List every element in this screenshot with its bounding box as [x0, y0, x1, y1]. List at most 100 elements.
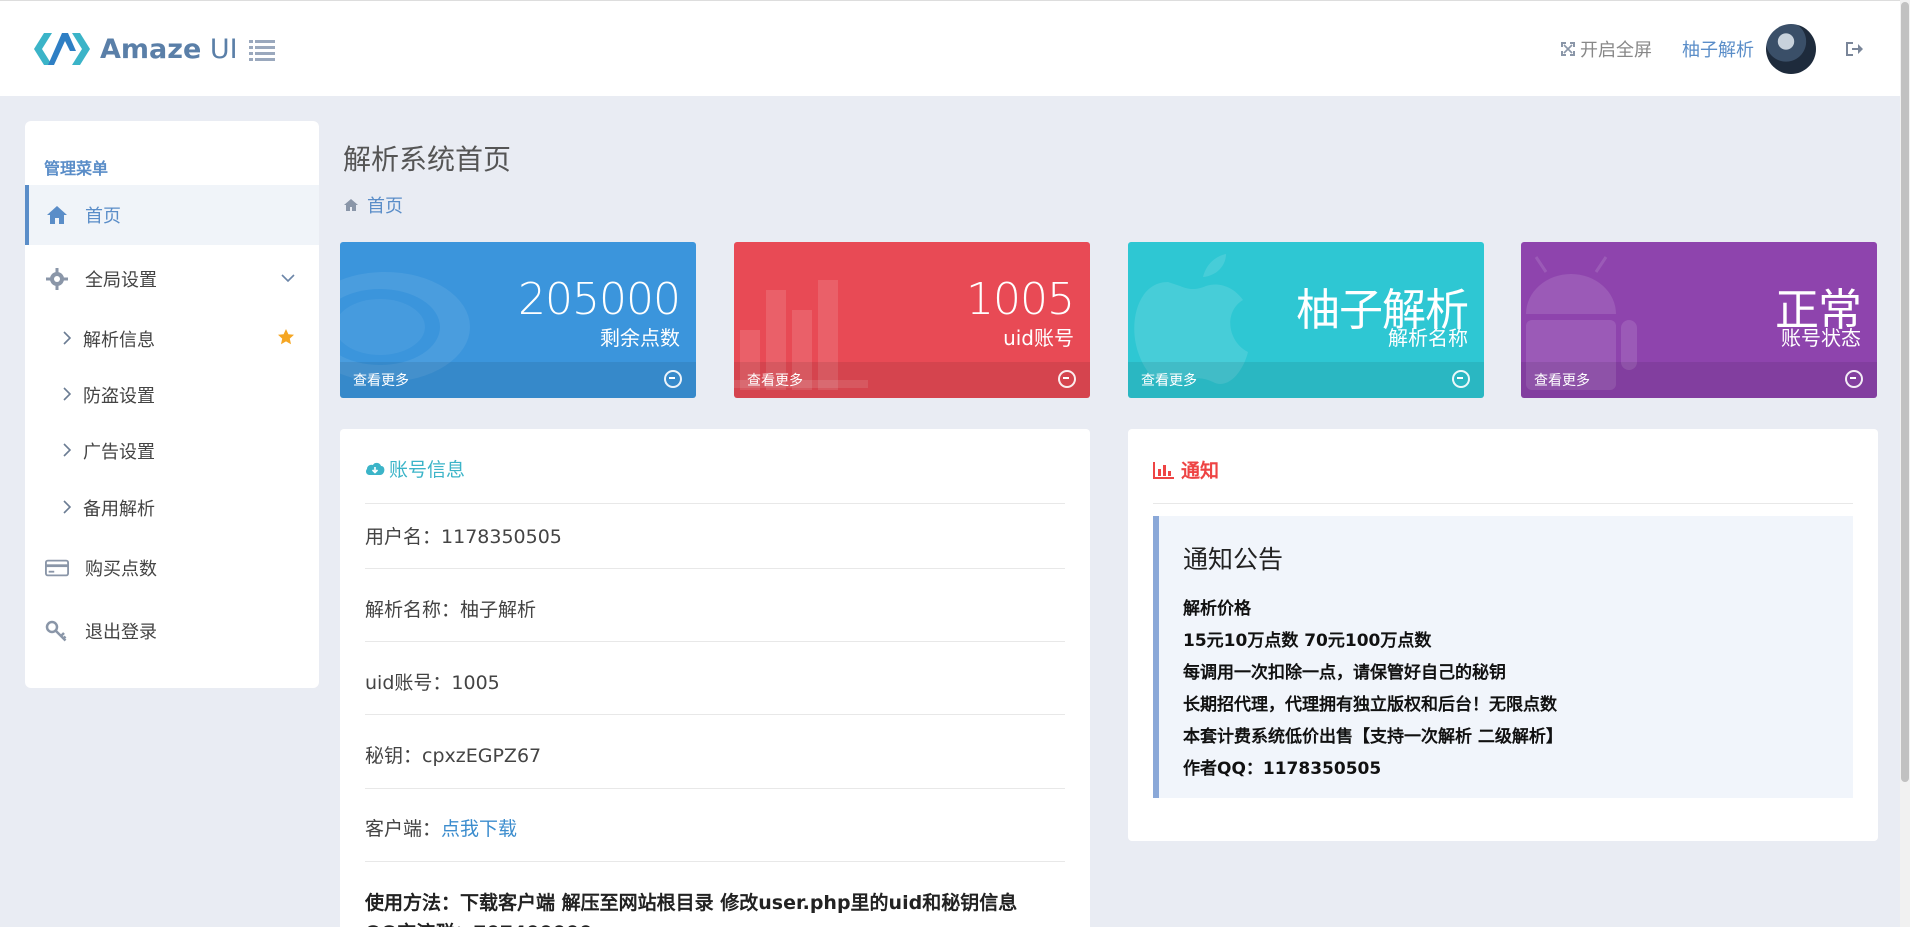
- notice-announcement: 通知公告 解析价格 15元10万点数 70元100万点数 每调用一次扣除一点，请…: [1153, 516, 1853, 798]
- logout-icon[interactable]: [1844, 40, 1864, 58]
- field-label: 秘钥：: [365, 745, 423, 767]
- divider: [365, 568, 1065, 569]
- gear-icon: [45, 267, 69, 291]
- star-icon: [277, 327, 295, 351]
- notice-line: 作者QQ：1178350505: [1183, 759, 1382, 779]
- home-icon: [45, 203, 69, 227]
- divider: [365, 641, 1065, 642]
- sidebar-item-logout[interactable]: 退出登录: [25, 601, 319, 661]
- divider: [1153, 503, 1853, 504]
- stat-value: 205000: [518, 274, 681, 325]
- stat-value: 1005: [966, 274, 1075, 325]
- breadcrumb-home-link[interactable]: 首页: [367, 192, 403, 218]
- download-client-link[interactable]: 点我下载: [441, 818, 517, 840]
- account-info-title: 账号信息: [365, 455, 465, 482]
- credit-card-icon: [45, 556, 69, 580]
- sidebar-item-label: 购买点数: [85, 559, 157, 580]
- notice-line: 长期招代理，代理拥有独立版权和后台！无限点数: [1183, 695, 1557, 715]
- divider: [365, 714, 1065, 715]
- notice-line: 15元10万点数 70元100万点数: [1183, 631, 1432, 651]
- view-more-link[interactable]: 查看更多: [747, 370, 803, 390]
- home-icon: [344, 199, 358, 211]
- username-value: 1178350505: [441, 526, 562, 548]
- page-title: 解析系统首页: [343, 143, 512, 176]
- notice-line: 每调用一次扣除一点，请保管好自己的秘钥: [1183, 663, 1506, 683]
- usage-instructions: 使用方法：下载客户端 解压至网站根目录 修改user.php里的uid和秘钥信息: [365, 892, 1018, 914]
- stat-label: 解析名称: [1388, 326, 1468, 350]
- username-link[interactable]: 柚子解析: [1682, 36, 1754, 62]
- sidebar-item-parse-info[interactable]: 解析信息: [25, 313, 319, 365]
- notice-heading: 通知公告: [1183, 545, 1284, 574]
- view-more-link[interactable]: 查看更多: [353, 370, 409, 390]
- logo-text: Amaze UI: [100, 33, 238, 65]
- stat-card-points: 205000 剩余点数 查看更多: [340, 242, 696, 398]
- arrow-circle-right-icon[interactable]: [664, 370, 682, 388]
- parse-name-row: 解析名称：柚子解析: [365, 595, 536, 622]
- menu-toggle-icon[interactable]: [249, 39, 275, 61]
- sidebar-item-anti-theft[interactable]: 防盗设置: [25, 369, 319, 421]
- uid-value: 1005: [451, 672, 500, 694]
- key-icon: [45, 619, 69, 643]
- stat-card-status: 正常 账号状态 查看更多: [1521, 242, 1877, 398]
- divider: [365, 503, 1065, 504]
- chevron-down-icon: [281, 271, 295, 287]
- client-row: 客户端：点我下载: [365, 814, 517, 841]
- field-label: 客户端：: [365, 818, 442, 840]
- page-scrollbar[interactable]: [1900, 0, 1910, 927]
- stat-card-uid: 1005 uid账号 查看更多: [734, 242, 1090, 398]
- secret-key-row: 秘钥：cpxzEGPZ67: [365, 741, 541, 768]
- bar-chart-icon: [1153, 461, 1174, 479]
- fullscreen-button[interactable]: 开启全屏: [1560, 36, 1652, 62]
- field-label: 解析名称：: [365, 599, 461, 621]
- arrow-circle-right-icon[interactable]: [1452, 370, 1470, 388]
- notice-title-text: 通知: [1181, 460, 1220, 482]
- sidebar-item-label: 首页: [85, 206, 121, 227]
- stat-label: uid账号: [1003, 326, 1074, 350]
- cloud-download-icon: [366, 462, 385, 475]
- stat-label: 账号状态: [1781, 326, 1861, 350]
- view-more-link[interactable]: 查看更多: [1534, 370, 1590, 390]
- amaze-logo-icon: [34, 33, 90, 65]
- expand-icon: [1561, 42, 1575, 56]
- logo[interactable]: Amaze UI: [34, 29, 238, 69]
- sidebar-item-label: 防盗设置: [83, 386, 155, 407]
- field-label: uid账号：: [365, 672, 452, 694]
- sidebar-item-buy-points[interactable]: 购买点数: [25, 538, 319, 598]
- notice-title: 通知: [1153, 456, 1219, 483]
- notice-line: 本套计费系统低价出售【支持一次解析 二级解析】: [1183, 727, 1563, 747]
- parse-name-value: 柚子解析: [460, 599, 537, 621]
- chevron-right-icon: [63, 386, 72, 405]
- top-header: Amaze UI 开启全屏 柚子解析: [0, 0, 1900, 96]
- chevron-right-icon: [63, 499, 72, 518]
- notice-line: 解析价格: [1183, 599, 1251, 619]
- secret-key-value: cpxzEGPZ67: [422, 745, 542, 767]
- sidebar-item-label: 广告设置: [83, 442, 155, 463]
- sidebar-item-label: 全局设置: [85, 270, 157, 291]
- sidebar-item-backup-parse[interactable]: 备用解析: [25, 482, 319, 534]
- sidebar-item-home[interactable]: 首页: [25, 185, 319, 245]
- username-row: 用户名：1178350505: [365, 522, 562, 549]
- stat-card-name: 柚子解析 解析名称 查看更多: [1128, 242, 1484, 398]
- sidebar-item-label: 备用解析: [83, 499, 155, 520]
- account-info-title-text: 账号信息: [389, 459, 466, 481]
- fullscreen-label: 开启全屏: [1580, 40, 1652, 61]
- sidebar-title: 管理菜单: [44, 159, 109, 178]
- chevron-right-icon: [63, 330, 72, 349]
- qq-group: QQ交流群：707400000: [365, 918, 592, 927]
- divider: [365, 861, 1065, 862]
- chevron-right-icon: [63, 442, 72, 461]
- sidebar: 管理菜单 首页 全局设置 解析信息 防盗设置 广告设置 备用解析 购买点数 退出…: [25, 121, 319, 688]
- view-more-link[interactable]: 查看更多: [1141, 370, 1197, 390]
- sidebar-item-label: 解析信息: [83, 330, 155, 351]
- arrow-circle-right-icon[interactable]: [1058, 370, 1076, 388]
- sidebar-item-label: 退出登录: [85, 622, 157, 643]
- uid-row: uid账号：1005: [365, 668, 500, 695]
- avatar[interactable]: [1766, 24, 1816, 74]
- sidebar-item-global-settings[interactable]: 全局设置: [25, 249, 319, 309]
- breadcrumb: 首页: [343, 192, 403, 218]
- divider: [365, 788, 1065, 789]
- sidebar-item-ad-settings[interactable]: 广告设置: [25, 425, 319, 477]
- stat-label: 剩余点数: [600, 326, 680, 350]
- arrow-circle-right-icon[interactable]: [1845, 370, 1863, 388]
- scrollbar-thumb[interactable]: [1901, 2, 1909, 782]
